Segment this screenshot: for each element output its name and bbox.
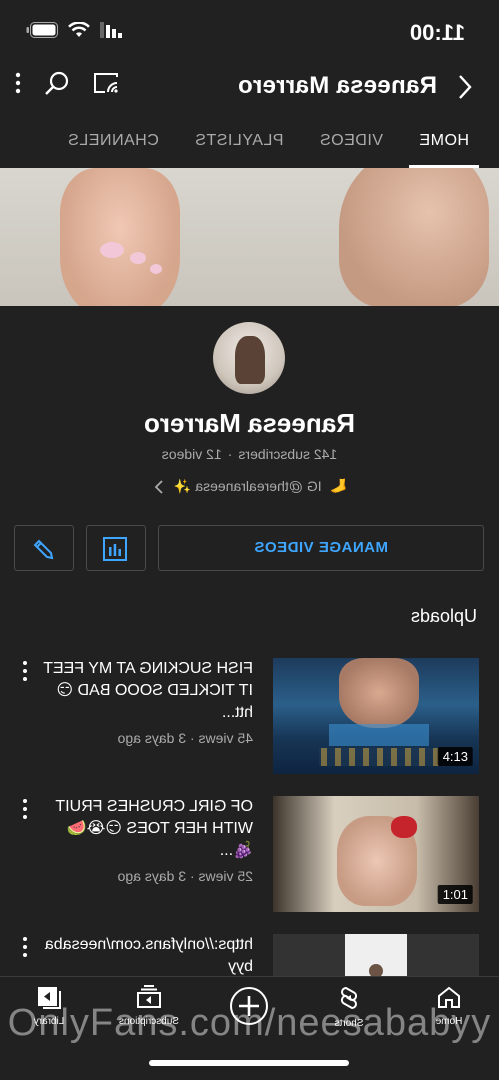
banner-foot-left <box>339 168 489 306</box>
tab-videos[interactable]: VIDEOS <box>320 116 383 168</box>
tab-home[interactable]: HOME <box>419 116 469 168</box>
edit-channel-button[interactable] <box>14 525 74 571</box>
status-time: 11:00 <box>409 20 465 45</box>
video-duration: 4:13 <box>437 747 473 766</box>
channel-link-text[interactable]: IG @therealraneesa ✨ <box>174 478 322 495</box>
channel-tabs: HOME VIDEOS PLAYLISTS CHANNELS <box>0 116 499 168</box>
manage-videos-button[interactable]: MANAGE VIDEOS <box>158 525 484 571</box>
channel-links[interactable]: 🦶 IG @therealraneesa ✨ <box>0 478 499 495</box>
video-title[interactable]: FISH SUCKING AT MY FEET IT TICKLED SOOO … <box>37 658 253 724</box>
signal-icon <box>100 22 122 38</box>
video-title[interactable]: https://onlyfans.com/neesababyy <box>37 934 253 978</box>
status-bar: 11:00 <box>0 0 499 60</box>
pencil-icon <box>33 539 54 560</box>
tab-playlists[interactable]: PLAYLISTS <box>195 116 284 168</box>
video-meta: 25 views · 3 days ago <box>117 868 253 884</box>
channel-actions: MANAGE VIDEOS <box>14 525 484 571</box>
watermark-text: OnlyFans.com/neesababyy <box>7 1002 492 1044</box>
banner-toenail <box>100 242 124 258</box>
video-more-icon[interactable] <box>19 936 31 958</box>
search-icon[interactable] <box>44 70 70 96</box>
channel-title: Raneesa Marrero <box>237 72 437 99</box>
banner-toenail <box>150 264 162 274</box>
wifi-icon <box>68 22 90 37</box>
video-count: 12 videos <box>161 446 222 462</box>
back-arrow-icon[interactable] <box>449 72 479 102</box>
video-more-icon[interactable] <box>19 798 31 820</box>
tab-channels[interactable]: CHANNELS <box>68 116 159 168</box>
home-indicator[interactable] <box>149 1060 349 1066</box>
foot-emoji-icon: 🦶 <box>329 478 348 494</box>
profile-meta: 142 subscribers·12 videos <box>161 446 338 462</box>
cast-icon[interactable] <box>92 71 120 95</box>
battery-icon <box>26 22 58 38</box>
analytics-icon <box>103 537 127 561</box>
video-thumbnail[interactable]: 1:01 <box>273 796 479 912</box>
video-thumbnail[interactable]: 4:13 <box>273 658 479 774</box>
video-item[interactable]: 4:13 FISH SUCKING AT MY FEET IT TICKLED … <box>19 658 479 774</box>
video-duration: 1:01 <box>437 885 473 904</box>
banner-foot-right <box>60 168 180 306</box>
video-more-icon[interactable] <box>19 660 31 682</box>
more-vert-icon[interactable] <box>14 71 22 95</box>
subscriber-count: 142 subscribers <box>238 446 338 462</box>
status-icons <box>26 22 122 38</box>
app-bar: Raneesa Marrero <box>0 60 499 116</box>
section-title-uploads: Uploads <box>410 606 477 626</box>
channel-banner <box>0 168 499 306</box>
chevron-right-icon[interactable] <box>152 479 166 495</box>
profile-name: Raneesa Marrero <box>144 408 355 438</box>
video-meta: 45 views · 3 days ago <box>117 730 253 746</box>
video-item[interactable]: 1:01 OF GIRL CRUSHES FRUIT WITH HER TOES… <box>19 796 479 912</box>
video-title[interactable]: OF GIRL CRUSHES FRUIT WITH HER TOES 😏😭🍉🍇… <box>37 796 253 862</box>
banner-toenail <box>130 252 146 264</box>
analytics-button[interactable] <box>86 525 146 571</box>
app-bar-actions <box>14 70 120 96</box>
channel-avatar[interactable] <box>213 322 285 394</box>
